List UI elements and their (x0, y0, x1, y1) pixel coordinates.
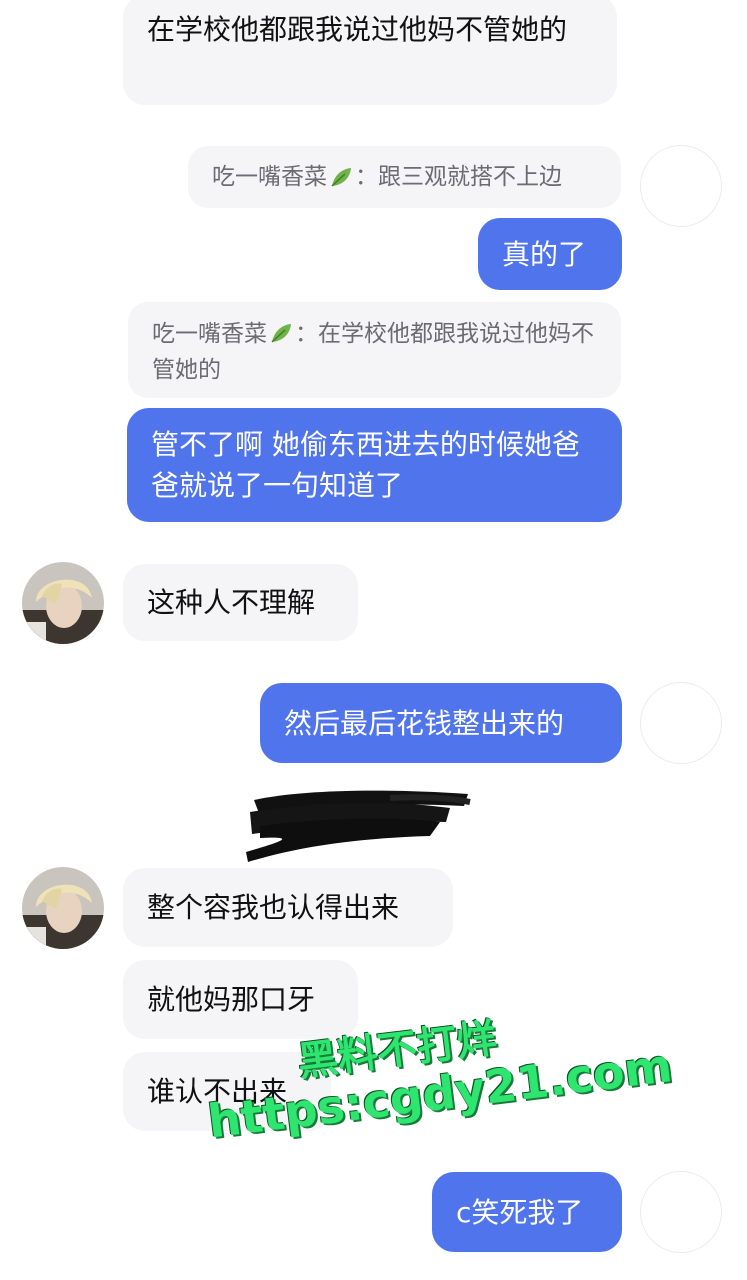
outgoing-message-bubble[interactable]: 真的了 (478, 218, 622, 290)
message-text: 整个容我也认得出来 (147, 891, 400, 924)
contact-avatar[interactable] (22, 562, 104, 644)
my-avatar[interactable] (640, 1171, 722, 1253)
message-text: 这种人不理解 (147, 586, 316, 619)
outgoing-message-bubble[interactable]: 管不了啊 她偷东西进去的时候她爸爸就说了一句知道了 (127, 408, 622, 522)
outgoing-message-bubble[interactable]: 然后最后花钱整出来的 (260, 683, 622, 763)
redaction-scribble (246, 790, 471, 862)
quote-sender: 吃一嘴香菜 (152, 321, 267, 347)
contact-avatar-photo-icon (22, 867, 104, 949)
quote-separator: ： (355, 164, 378, 190)
message-text: 然后最后花钱整出来的 (284, 706, 565, 740)
quote-content: 吃一嘴香菜 ：在学校他都跟我说过他妈不管她的 (152, 316, 597, 388)
quote-sender: 吃一嘴香菜 (212, 164, 327, 190)
my-avatar[interactable] (640, 145, 722, 227)
message-text: 在学校他都跟我说过他妈不管她的 (147, 13, 568, 46)
incoming-message-bubble[interactable]: 在学校他都跟我说过他妈不管她的 (123, 0, 617, 105)
quoted-reply[interactable]: 吃一嘴香菜 ： 跟三观就搭不上边 (188, 146, 621, 208)
message-text: 就他妈那口牙 (147, 983, 316, 1016)
incoming-message-bubble[interactable]: 整个容我也认得出来 (123, 868, 453, 947)
message-text: c笑死我了 (456, 1195, 584, 1229)
contact-avatar[interactable] (22, 867, 104, 949)
incoming-message-bubble[interactable]: 这种人不理解 (123, 564, 358, 641)
leaf-emoji-icon (271, 324, 291, 343)
quote-separator: ： (295, 321, 318, 347)
quoted-reply[interactable]: 吃一嘴香菜 ：在学校他都跟我说过他妈不管她的 (128, 302, 621, 398)
quote-text: 跟三观就搭不上边 (378, 164, 562, 190)
my-avatar[interactable] (640, 682, 722, 764)
message-text: 管不了啊 她偷东西进去的时候她爸爸就说了一句知道了 (151, 428, 580, 502)
contact-avatar-photo-icon (22, 562, 104, 644)
message-text: 真的了 (502, 237, 587, 271)
leaf-emoji-icon (331, 168, 351, 187)
outgoing-message-bubble[interactable]: c笑死我了 (432, 1172, 622, 1252)
